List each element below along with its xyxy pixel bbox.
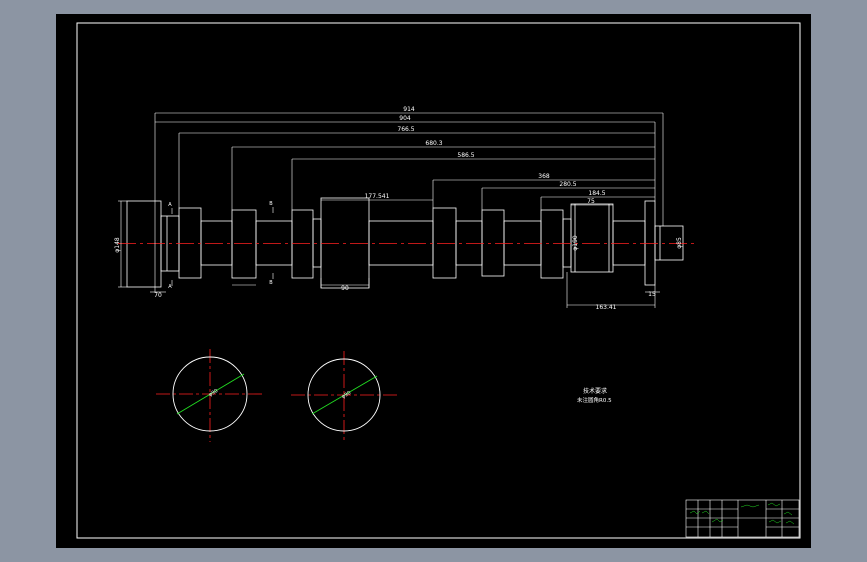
- dim-bottom-left: 70: [154, 292, 162, 299]
- section-mark-a2: A: [168, 284, 172, 290]
- dim-680-3: 680.3: [425, 140, 442, 147]
- dim-586-5: 586.5: [457, 152, 474, 159]
- dim-368: 368: [538, 173, 550, 180]
- dim-bottom-far-right: 15: [648, 291, 656, 298]
- dim-280-5: 280.5: [559, 181, 576, 188]
- cad-drawing-canvas: 914 904 766.5 680.3 586.5 368 280.5 184.…: [56, 14, 811, 548]
- drawing-sheet: [56, 14, 811, 548]
- dim-dia-end: φ85: [676, 237, 683, 249]
- dim-904: 904: [399, 115, 411, 122]
- dim-dia-left: φ148: [114, 237, 121, 253]
- dim-dia-main: φ190: [572, 235, 579, 251]
- dim-bottom-right: 163.41: [596, 304, 617, 311]
- section-mark-b1: B: [269, 201, 273, 207]
- section-mark-a1: A: [168, 202, 172, 208]
- section-mark-b2: B: [269, 280, 273, 286]
- dim-914: 914: [403, 106, 415, 113]
- dim-75: 75: [587, 198, 595, 205]
- notes-line-1: 未注圆角R0.5: [577, 396, 612, 404]
- notes-title: 技术要求: [583, 387, 607, 395]
- dim-177-541: 177.541: [365, 193, 390, 200]
- dim-bottom-mid: 90: [341, 285, 349, 292]
- dim-184-5: 184.5: [588, 190, 605, 197]
- dim-766-5: 766.5: [397, 126, 414, 133]
